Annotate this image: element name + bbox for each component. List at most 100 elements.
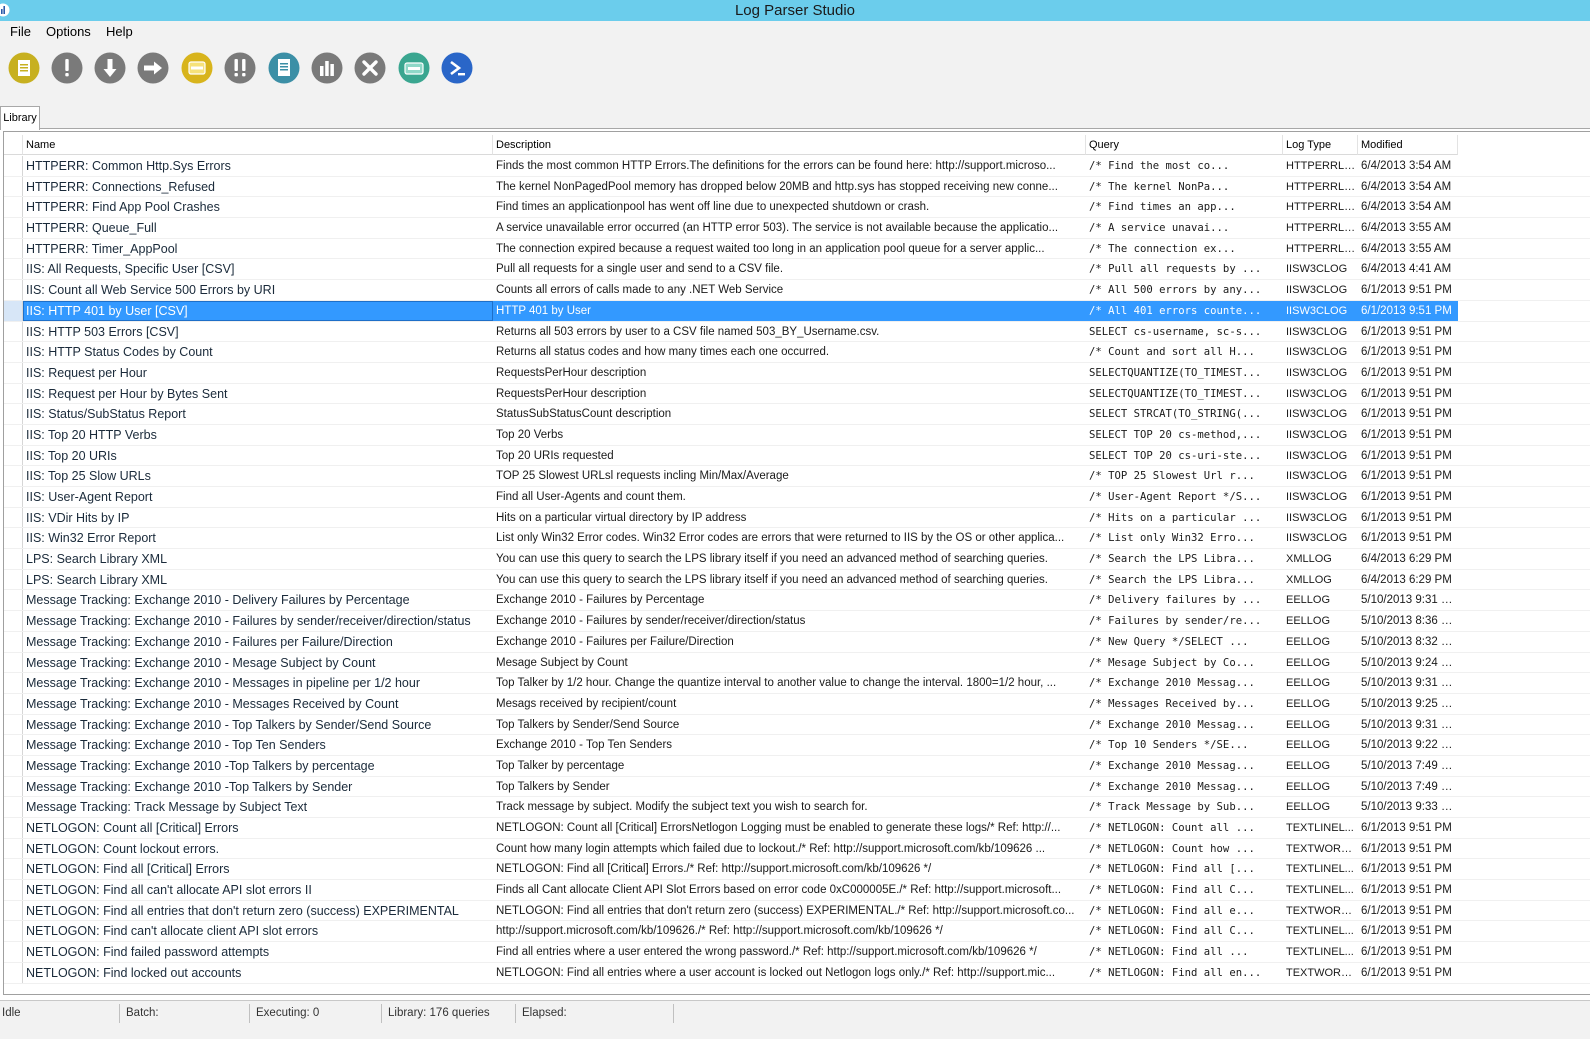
table-row[interactable]: Message Tracking: Exchange 2010 - Messag… — [4, 693, 1590, 715]
toolbar-button-exclamation[interactable] — [51, 52, 83, 84]
table-row[interactable]: HTTPERR: Find App Pool Crashes Find times… — [4, 197, 1590, 219]
row-selector[interactable] — [4, 549, 23, 569]
table-row[interactable]: Message Tracking: Exchange 2010 - Failur… — [4, 611, 1590, 632]
table-row[interactable]: IIS: Top 25 Slow URLs TOP 25 Slowest URLs… — [4, 466, 1590, 487]
table-row[interactable]: NETLOGON: Find all can't allocate API sl… — [4, 880, 1590, 901]
row-selector[interactable] — [4, 735, 23, 755]
table-row[interactable]: Message Tracking: Exchange 2010 - Failur… — [4, 631, 1590, 653]
table-row[interactable]: HTTPERR: Timer_AppPool The connection exp… — [4, 238, 1590, 260]
row-selector[interactable] — [4, 528, 23, 549]
header-modified[interactable]: Modified — [1358, 135, 1458, 155]
toolbar-button-arrow-down[interactable] — [94, 52, 126, 84]
table-row[interactable]: HTTPERR: Queue_Full A service unavailable… — [4, 218, 1590, 239]
toolbar-button-double-exclamation[interactable] — [224, 52, 256, 84]
table-row[interactable]: IIS: HTTP 401 by User [CSV] HTTP 401 by U… — [4, 300, 1590, 322]
table-row[interactable]: IIS: User-Agent Report Find all User-Agen… — [4, 487, 1590, 508]
row-selector[interactable] — [4, 818, 23, 838]
table-row[interactable]: IIS: HTTP Status Codes by Count Returns a… — [4, 342, 1590, 363]
row-selector[interactable] — [4, 321, 23, 342]
table-row[interactable]: Message Tracking: Exchange 2010 - Top Ta… — [4, 714, 1590, 736]
table-row[interactable]: IIS: Count all Web Service 500 Errors by… — [4, 280, 1590, 301]
table-row[interactable]: Message Tracking: Exchange 2010 - Delive… — [4, 590, 1590, 612]
table-row[interactable]: Message Tracking: Exchange 2010 - Messag… — [4, 673, 1590, 694]
row-selector[interactable] — [4, 383, 23, 404]
header-description[interactable]: Description — [493, 135, 1086, 155]
row-selector[interactable] — [4, 507, 23, 528]
table-row[interactable]: NETLOGON: Count all [Critical] Errors NET… — [4, 818, 1590, 839]
table-row[interactable]: IIS: HTTP 503 Errors [CSV] Returns all 50… — [4, 321, 1590, 343]
toolbar-button-output[interactable] — [398, 52, 430, 84]
table-row[interactable]: HTTPERR: Connections_Refused The kernel N… — [4, 176, 1590, 198]
row-selector[interactable] — [4, 962, 23, 983]
table-row[interactable]: Message Tracking: Track Message by Subje… — [4, 797, 1590, 818]
row-selector[interactable] — [4, 673, 23, 693]
header-query[interactable]: Query — [1086, 135, 1283, 155]
table-row[interactable]: NETLOGON: Count lockout errors. Count how… — [4, 838, 1590, 860]
table-row[interactable]: IIS: Request per Hour by Bytes Sent Reque… — [4, 383, 1590, 405]
toolbar-button-cancel[interactable] — [354, 52, 386, 84]
table-row[interactable]: IIS: Status/SubStatus Report StatusSubSta… — [4, 404, 1590, 425]
row-selector[interactable] — [4, 342, 23, 362]
table-row[interactable]: HTTPERR: Common Http.Sys Errors Finds the… — [4, 156, 1590, 177]
row-selector[interactable] — [4, 280, 23, 300]
toolbar-button-log-type[interactable] — [181, 52, 213, 84]
table-row[interactable]: NETLOGON: Find all entries that don't re… — [4, 900, 1590, 922]
row-selector[interactable] — [4, 404, 23, 424]
row-selector[interactable] — [4, 631, 23, 652]
toolbar-button-powershell[interactable] — [441, 52, 473, 84]
row-selector[interactable] — [4, 859, 23, 880]
row-selector[interactable] — [4, 590, 23, 611]
table-row[interactable]: IIS: Top 20 URIs Top 20 URIs requested SEL… — [4, 445, 1590, 467]
table-row[interactable]: NETLOGON: Find can't allocate client API… — [4, 921, 1590, 943]
header-log-type[interactable]: Log Type — [1283, 135, 1358, 155]
table-row[interactable]: IIS: Request per Hour RequestsPerHour des… — [4, 362, 1590, 384]
table-row[interactable]: IIS: Win32 Error Report List only Win32 E… — [4, 528, 1590, 550]
menu-options[interactable]: Options — [46, 24, 91, 39]
toolbar-button-chart[interactable] — [311, 52, 343, 84]
table-row[interactable]: NETLOGON: Find locked out accounts NETLOG… — [4, 962, 1590, 984]
row-selector[interactable] — [4, 259, 23, 280]
table-row[interactable]: LPS: Search Library XML You can use this … — [4, 549, 1590, 570]
tab-library[interactable]: Library — [0, 106, 40, 130]
table-row[interactable]: IIS: VDir Hits by IP Hits on a particular… — [4, 507, 1590, 529]
table-row[interactable]: Message Tracking: Exchange 2010 - Top Te… — [4, 735, 1590, 756]
row-selector[interactable] — [4, 424, 23, 445]
row-selector[interactable] — [4, 156, 23, 176]
query-library-grid[interactable]: Name Description Query Log Type Modified… — [3, 131, 1590, 995]
row-selector[interactable] — [4, 900, 23, 921]
row-selector[interactable] — [4, 921, 23, 942]
row-selector[interactable] — [4, 362, 23, 383]
row-selector[interactable] — [4, 611, 23, 631]
row-selector[interactable] — [4, 197, 23, 218]
row-selector[interactable] — [4, 466, 23, 486]
menu-help[interactable]: Help — [106, 24, 133, 39]
toolbar-button-new-query[interactable] — [8, 52, 40, 84]
row-selector[interactable] — [4, 445, 23, 466]
row-selector[interactable] — [4, 176, 23, 197]
row-selector[interactable] — [4, 238, 23, 259]
row-selector[interactable] — [4, 942, 23, 962]
row-selector[interactable] — [4, 218, 23, 238]
table-row[interactable]: NETLOGON: Find all [Critical] Errors NETL… — [4, 859, 1590, 881]
table-row[interactable]: LPS: Search Library XML You can use this … — [4, 569, 1590, 591]
table-row[interactable]: IIS: Top 20 HTTP Verbs Top 20 Verbs SELECT… — [4, 424, 1590, 446]
row-selector[interactable] — [4, 300, 23, 321]
table-row[interactable]: Message Tracking: Exchange 2010 -Top Tal… — [4, 776, 1590, 798]
row-selector[interactable] — [4, 487, 23, 507]
menu-file[interactable]: File — [10, 24, 31, 39]
row-selector[interactable] — [4, 569, 23, 590]
row-selector[interactable] — [4, 652, 23, 673]
row-selector[interactable] — [4, 755, 23, 776]
table-row[interactable]: Message Tracking: Exchange 2010 - Mesage… — [4, 652, 1590, 674]
row-selector[interactable] — [4, 714, 23, 735]
table-row[interactable]: Message Tracking: Exchange 2010 -Top Tal… — [4, 755, 1590, 777]
header-name[interactable]: Name — [23, 135, 493, 155]
row-selector[interactable] — [4, 880, 23, 900]
row-selector[interactable] — [4, 797, 23, 817]
toolbar-button-arrow-right[interactable] — [137, 52, 169, 84]
row-selector[interactable] — [4, 776, 23, 797]
row-selector[interactable] — [4, 693, 23, 714]
row-selector[interactable] — [4, 838, 23, 859]
table-row[interactable]: NETLOGON: Find failed password attempts F… — [4, 942, 1590, 963]
table-row[interactable]: IIS: All Requests, Specific User [CSV] Pu… — [4, 259, 1590, 281]
